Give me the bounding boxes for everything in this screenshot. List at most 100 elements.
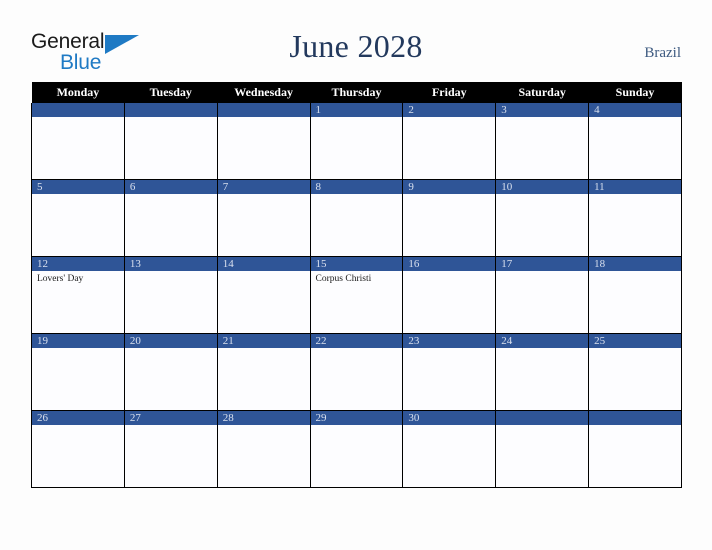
day-number: 8 <box>310 180 403 194</box>
day-number: 24 <box>496 334 589 348</box>
day-events <box>589 194 681 255</box>
day-events <box>311 425 403 486</box>
weekday-header-friday: Friday <box>402 82 496 103</box>
calendar-day-cell[interactable]: 20 <box>123 333 218 411</box>
day-number: 19 <box>32 334 124 348</box>
calendar-day-cell[interactable] <box>588 410 682 488</box>
day-events <box>589 348 681 409</box>
day-number: 12 <box>32 257 124 271</box>
day-events <box>589 117 681 178</box>
calendar-week-row: 26 27 28 29 30 <box>31 410 682 488</box>
calendar-day-cell[interactable]: 16 <box>402 256 497 334</box>
calendar-day-cell[interactable]: 13 <box>123 256 218 334</box>
day-number: 20 <box>124 334 217 348</box>
holiday-event-label: Lovers' Day <box>37 274 84 284</box>
day-number: 18 <box>589 257 681 271</box>
day-number: 28 <box>217 411 310 425</box>
day-number <box>496 411 589 425</box>
day-events <box>125 194 217 255</box>
weekday-header-tuesday: Tuesday <box>124 82 218 103</box>
day-number: 22 <box>310 334 403 348</box>
day-events <box>218 425 310 486</box>
day-number: 11 <box>589 180 681 194</box>
calendar-week-row: 5 6 7 8 9 10 11 <box>31 179 682 257</box>
calendar-day-cell[interactable]: 11 <box>588 179 682 257</box>
calendar-day-cell[interactable] <box>123 103 218 180</box>
calendar-day-cell[interactable]: 25 <box>588 333 682 411</box>
calendar-week-row: 19 20 21 22 23 24 25 <box>31 333 682 411</box>
calendar-day-cell[interactable]: 21 <box>216 333 311 411</box>
day-number: 1 <box>310 103 403 117</box>
calendar-day-cell[interactable]: 5 <box>31 179 125 257</box>
calendar-day-cell[interactable]: 6 <box>123 179 218 257</box>
weekday-header-thursday: Thursday <box>310 82 403 103</box>
calendar-day-cell[interactable]: 28 <box>216 410 311 488</box>
page-title: June 2028 <box>289 28 423 64</box>
calendar-day-cell[interactable]: 30 <box>402 410 497 488</box>
day-events <box>403 117 495 178</box>
calendar-day-cell[interactable]: 23 <box>402 333 497 411</box>
day-events <box>125 348 217 409</box>
day-number: 30 <box>403 411 496 425</box>
calendar-day-cell[interactable]: 27 <box>123 410 218 488</box>
day-number: 2 <box>403 103 496 117</box>
day-events <box>589 271 681 332</box>
calendar-day-cell[interactable]: 19 <box>31 333 125 411</box>
day-number: 25 <box>589 334 681 348</box>
day-events: Corpus Christi <box>311 271 403 332</box>
weekday-header-monday: Monday <box>31 82 125 103</box>
day-number: 5 <box>32 180 124 194</box>
calendar-day-cell[interactable]: 29 <box>309 410 404 488</box>
calendar-day-cell[interactable]: 8 <box>309 179 404 257</box>
calendar-day-cell[interactable]: 1 <box>309 103 404 180</box>
weekday-header-wednesday: Wednesday <box>217 82 311 103</box>
day-events <box>125 117 217 178</box>
day-events <box>589 425 681 486</box>
day-events <box>403 194 495 255</box>
day-events <box>125 271 217 332</box>
calendar-day-cell[interactable]: 26 <box>31 410 125 488</box>
day-events <box>311 348 403 409</box>
calendar-day-cell[interactable] <box>31 103 125 180</box>
calendar-day-cell[interactable]: 9 <box>402 179 497 257</box>
calendar-day-cell[interactable]: 18 <box>588 256 682 334</box>
day-number <box>217 103 310 117</box>
calendar-day-cell[interactable]: 12 Lovers' Day <box>31 256 125 334</box>
calendar-day-cell[interactable]: 4 <box>588 103 682 180</box>
day-events <box>403 425 495 486</box>
calendar-day-cell[interactable]: 24 <box>495 333 590 411</box>
page-header: General Blue June 2028 Brazil <box>0 0 712 82</box>
day-events <box>32 194 124 255</box>
day-number: 16 <box>403 257 496 271</box>
calendar-day-cell[interactable]: 14 <box>216 256 311 334</box>
calendar-day-cell[interactable] <box>216 103 311 180</box>
day-number: 4 <box>589 103 681 117</box>
day-number: 27 <box>124 411 217 425</box>
day-number: 15 <box>310 257 403 271</box>
calendar-body: 1 2 3 4 5 6 7 8 9 10 11 12 Lovers' Day 13 14 15 Corpus C… <box>31 103 682 488</box>
day-events <box>496 425 588 486</box>
calendar-day-cell[interactable]: 15 Corpus Christi <box>309 256 404 334</box>
calendar-day-cell[interactable]: 17 <box>495 256 590 334</box>
calendar-day-cell[interactable]: 7 <box>216 179 311 257</box>
day-events <box>403 348 495 409</box>
calendar-day-cell[interactable] <box>495 410 590 488</box>
calendar-day-cell[interactable]: 3 <box>495 103 590 180</box>
calendar-day-cell[interactable]: 2 <box>402 103 497 180</box>
day-events <box>32 425 124 486</box>
weekday-header-saturday: Saturday <box>495 82 589 103</box>
day-number <box>32 103 124 117</box>
day-events <box>496 194 588 255</box>
day-events <box>32 117 124 178</box>
day-number: 9 <box>403 180 496 194</box>
day-number: 26 <box>32 411 124 425</box>
calendar-day-cell[interactable]: 10 <box>495 179 590 257</box>
country-label: Brazil <box>644 45 681 61</box>
day-number: 7 <box>217 180 310 194</box>
calendar-weekday-header-row: Monday Tuesday Wednesday Thursday Friday… <box>31 82 682 103</box>
calendar-day-cell[interactable]: 22 <box>309 333 404 411</box>
day-events <box>496 271 588 332</box>
day-number: 21 <box>217 334 310 348</box>
day-events <box>496 348 588 409</box>
day-events <box>311 117 403 178</box>
